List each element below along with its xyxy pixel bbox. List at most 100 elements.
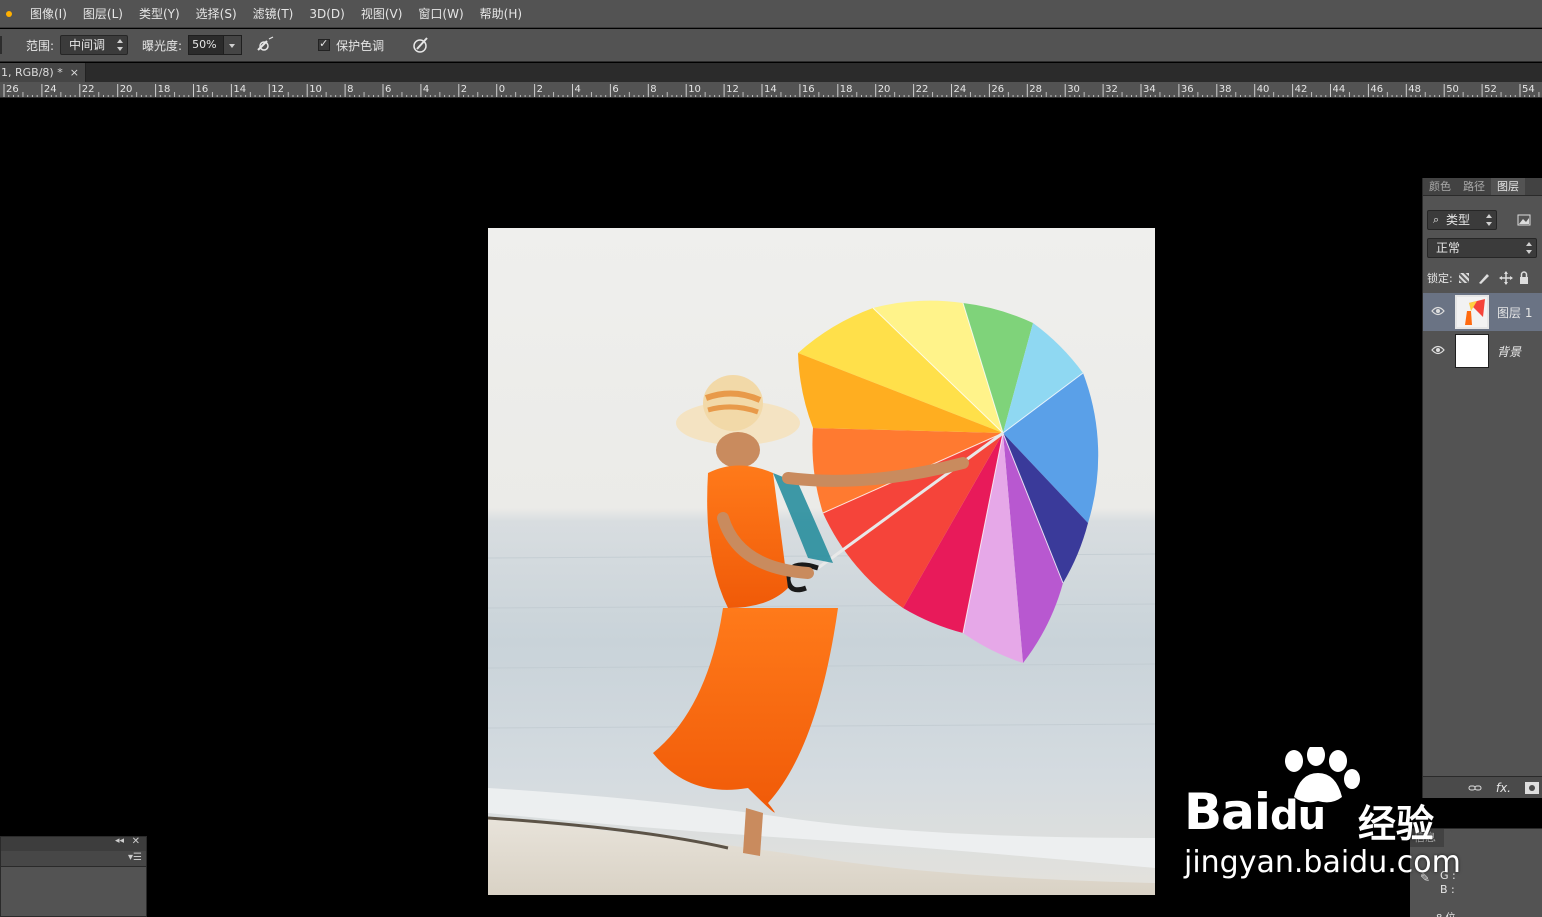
ruler-label: 26 [991, 84, 1004, 95]
pressure-icon[interactable] [410, 34, 432, 56]
mask-icon[interactable] [1525, 781, 1539, 794]
ruler-label: 8 [347, 84, 353, 95]
select-arrows-icon [1526, 241, 1532, 255]
range-select[interactable]: 中间调 [60, 35, 129, 55]
watermark-jingyan: 经验 [1358, 802, 1435, 846]
ruler-label: 20 [120, 84, 133, 95]
ruler-label: 8 [650, 84, 656, 95]
layer-thumbnail [1455, 295, 1489, 329]
ruler-label: 48 [1408, 84, 1421, 95]
options-divider [0, 36, 2, 54]
airbrush-icon[interactable] [254, 34, 276, 56]
range-value: 中间调 [69, 38, 106, 52]
ruler-label: 16 [196, 84, 209, 95]
ruler-label: 20 [878, 84, 891, 95]
exposure-dropdown-button[interactable] [224, 35, 243, 55]
panel-subheader: ▾☰ [1, 851, 146, 867]
ruler-label: 24 [954, 84, 967, 95]
layer-name: 背景 [1497, 344, 1522, 359]
ruler-label: 28 [1029, 84, 1042, 95]
watermark-url: jingyan.baidu.com [1184, 845, 1461, 880]
lock-move-icon[interactable] [1498, 271, 1513, 285]
menu-layer[interactable]: 图层(L) [75, 0, 131, 28]
menu-window[interactable]: 窗口(W) [410, 0, 471, 28]
eye-icon[interactable] [1427, 345, 1449, 358]
menu-type[interactable]: 类型(Y) [131, 0, 188, 28]
ruler-label: 30 [1067, 84, 1080, 95]
menu-image[interactable]: 图像(I) [22, 0, 75, 28]
blend-mode-value: 正常 [1436, 241, 1461, 255]
ruler-label: 18 [158, 84, 171, 95]
blend-mode-select[interactable]: 正常 [1427, 238, 1537, 258]
collapsed-panel: ◂◂ ✕ ▾☰ [0, 836, 147, 917]
select-arrows-icon [117, 38, 124, 52]
layers-panel: 颜色 路径 图层 ⌕ 类型 正常 锁定: 图层 1 背景 fx. [1422, 178, 1542, 798]
close-icon[interactable]: ✕ [132, 836, 140, 847]
lock-brush-icon[interactable] [1477, 271, 1491, 285]
panel-tabs: 颜色 路径 图层 [1423, 178, 1542, 196]
ruler-label: 4 [575, 84, 581, 95]
ruler-label: 18 [840, 84, 853, 95]
exposure-input[interactable]: 50% [188, 35, 225, 55]
protect-tones-checkbox[interactable] [318, 37, 331, 51]
options-bar: 范围: 中间调 曝光度: 50% 保护色调 [0, 29, 1542, 62]
ruler-label: 54 [1522, 84, 1535, 95]
ruler-label: 4 [423, 84, 429, 95]
layer-row[interactable]: 背景 [1423, 332, 1542, 370]
layer-name: 图层 1 [1497, 305, 1533, 320]
link-icon[interactable] [1468, 783, 1482, 793]
ruler-label: 24 [44, 84, 57, 95]
ruler-label: 50 [1446, 84, 1459, 95]
ruler-label: 22 [916, 84, 929, 95]
layer-row[interactable]: 图层 1 [1423, 293, 1542, 331]
ruler-label: 10 [309, 84, 322, 95]
layer-filter-label: 类型 [1446, 213, 1471, 227]
lock-transparent-icon[interactable] [1458, 273, 1469, 283]
document-tab-bar: 1, RGB/8) * × [0, 63, 1542, 82]
menu-help[interactable]: 帮助(H) [472, 0, 530, 28]
fx-icon[interactable]: fx. [1496, 781, 1511, 795]
document-image[interactable] [488, 228, 1155, 895]
panel-header: ◂◂ ✕ [1, 836, 146, 851]
ruler-label: 6 [385, 84, 391, 95]
ruler-label: 14 [233, 84, 246, 95]
collapse-icon[interactable]: ◂◂ [115, 836, 124, 846]
lock-all-icon[interactable] [1519, 271, 1529, 285]
menu-3d[interactable]: 3D(D) [301, 0, 352, 28]
menu-view[interactable]: 视图(V) [353, 0, 411, 28]
tab-color[interactable]: 颜色 [1423, 178, 1457, 195]
tab-layers[interactable]: 图层 [1491, 178, 1525, 195]
eye-icon[interactable] [1427, 306, 1449, 319]
ruler-label: 14 [764, 84, 777, 95]
exposure-combo[interactable]: 50% [188, 35, 243, 55]
close-icon[interactable]: × [70, 63, 79, 82]
protect-tones-label: 保护色调 [336, 38, 385, 53]
ruler-label: 42 [1295, 84, 1308, 95]
ruler-label: 12 [271, 84, 284, 95]
panel-menu-icon[interactable]: ▾☰ [128, 852, 142, 863]
horizontal-ruler: 26 24 22 20 18 16 14 12 10 8 6 4 2 0 2 4 6 8 10 12 14 16 18 20 2… [0, 82, 1542, 98]
menu-filter[interactable]: 滤镜(T) [245, 0, 302, 28]
document-tab-label: 1, RGB/8) * [1, 66, 63, 79]
layer-filter-select[interactable]: ⌕ 类型 [1427, 210, 1497, 230]
ruler-label: 36 [1181, 84, 1194, 95]
range-label: 范围: [26, 38, 55, 53]
app-icon [6, 10, 12, 17]
image-filter-icon[interactable] [1517, 210, 1537, 230]
ruler-label: 6 [612, 84, 618, 95]
document-tab[interactable]: 1, RGB/8) * × [0, 63, 86, 82]
ruler-label: 38 [1219, 84, 1232, 95]
select-arrows-icon [1486, 213, 1492, 227]
lock-row: 锁定: [1427, 268, 1542, 288]
exposure-label: 曝光度: [142, 38, 183, 53]
ruler-label: 12 [726, 84, 739, 95]
menu-select[interactable]: 选择(S) [188, 0, 245, 28]
ruler-ticks: 26 24 22 20 18 16 14 12 10 8 6 4 2 0 2 4 6 8 10 12 14 16 18 20 2… [3, 84, 1540, 97]
ruler-label: 10 [688, 84, 701, 95]
ruler-label: 40 [1257, 84, 1270, 95]
search-icon: ⌕ [1433, 213, 1440, 226]
ruler-label: 16 [802, 84, 815, 95]
tab-paths[interactable]: 路径 [1457, 178, 1491, 195]
info-depth: 8 位 [1436, 909, 1456, 917]
ruler-label: 2 [537, 84, 543, 95]
